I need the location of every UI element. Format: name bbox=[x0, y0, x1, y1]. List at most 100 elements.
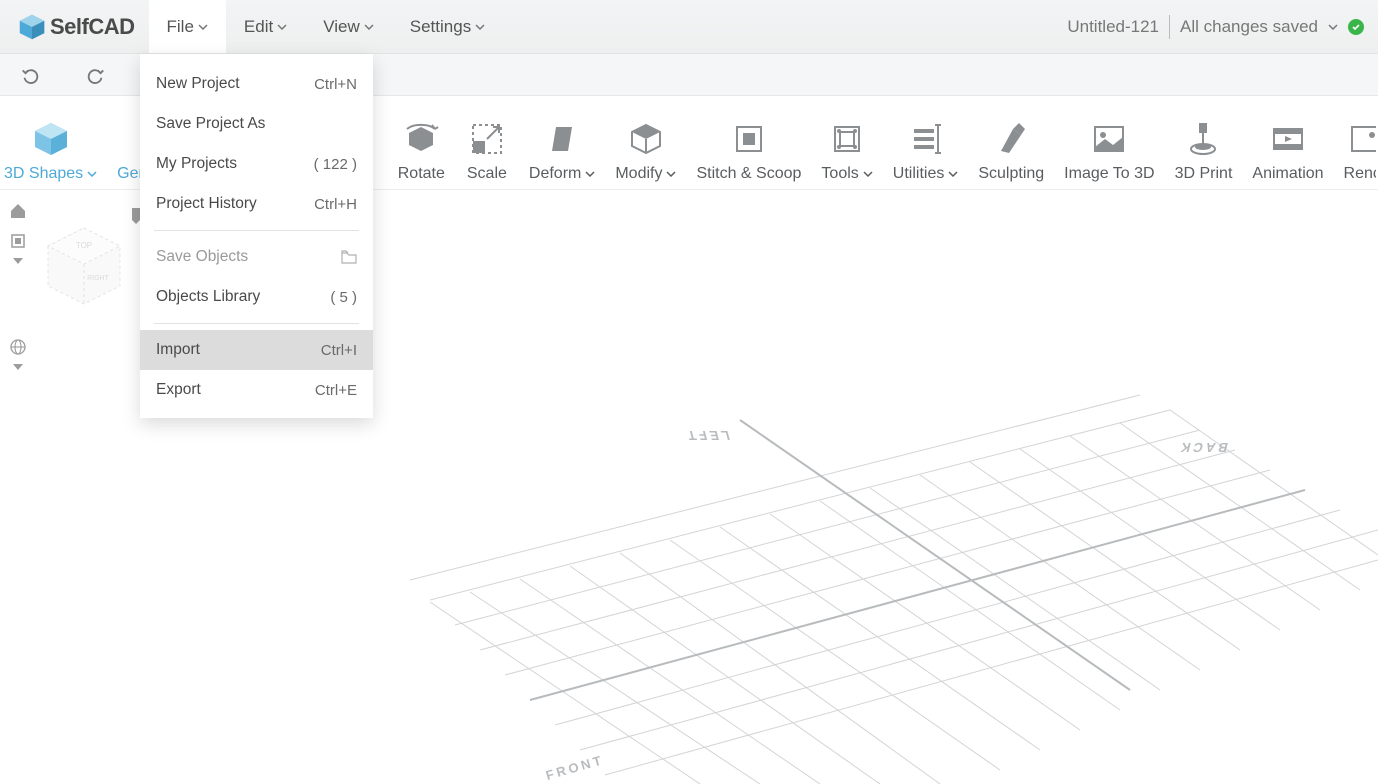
tool-animation[interactable]: Animation bbox=[1248, 117, 1327, 183]
chevron-down-icon bbox=[585, 171, 595, 177]
dd-separator bbox=[154, 323, 359, 324]
redo-button[interactable] bbox=[84, 64, 106, 86]
dd-label: Save Objects bbox=[156, 248, 248, 266]
dd-project-history[interactable]: Project History Ctrl+H bbox=[140, 184, 373, 224]
cube-icon bbox=[29, 117, 73, 161]
tool-label: Scale bbox=[467, 165, 507, 183]
modify-icon bbox=[624, 117, 668, 161]
sculpt-icon bbox=[989, 117, 1033, 161]
dd-objects-library[interactable]: Objects Library ( 5 ) bbox=[140, 277, 373, 317]
logo-text: SelfCAD bbox=[50, 14, 135, 40]
tool-label: Sculpting bbox=[978, 165, 1044, 183]
tool-label: Animation bbox=[1252, 165, 1323, 183]
axis-label-back: BACK bbox=[1176, 440, 1230, 455]
dd-separator bbox=[154, 230, 359, 231]
generators-icon bbox=[117, 117, 142, 161]
chevron-down-icon[interactable] bbox=[13, 258, 23, 264]
dd-label: Export bbox=[156, 381, 201, 399]
project-status: Untitled-121 All changes saved bbox=[1067, 15, 1364, 39]
tool-label: 3D Print bbox=[1175, 165, 1233, 183]
chevron-down-icon bbox=[475, 24, 485, 30]
globe-icon[interactable] bbox=[9, 338, 27, 356]
menu-settings-label: Settings bbox=[410, 17, 471, 37]
save-status-text: All changes saved bbox=[1180, 17, 1318, 37]
tool-label: Modify bbox=[615, 165, 662, 183]
dd-label: New Project bbox=[156, 75, 240, 93]
scale-icon bbox=[465, 117, 509, 161]
tool-deform[interactable]: Deform bbox=[525, 117, 599, 183]
tool-utilities[interactable]: Utilities bbox=[889, 117, 963, 183]
dd-label: Project History bbox=[156, 195, 257, 213]
menu-settings[interactable]: Settings bbox=[392, 0, 503, 53]
dd-shortcut: ( 122 ) bbox=[314, 156, 357, 173]
undo-button[interactable] bbox=[20, 64, 42, 86]
menu-edit-label: Edit bbox=[244, 17, 273, 37]
tool-scale[interactable]: Scale bbox=[461, 117, 513, 183]
print3d-icon bbox=[1181, 117, 1225, 161]
dd-shortcut: Ctrl+E bbox=[315, 382, 357, 399]
tool-tools[interactable]: Tools bbox=[817, 117, 876, 183]
tool-modify[interactable]: Modify bbox=[611, 117, 680, 183]
chevron-down-icon[interactable] bbox=[1328, 24, 1338, 30]
menubar-items: File Edit View Settings bbox=[149, 0, 504, 53]
file-dropdown: New Project Ctrl+N Save Project As My Pr… bbox=[140, 54, 373, 418]
chevron-down-icon bbox=[666, 171, 676, 177]
cube-widget-icon[interactable] bbox=[9, 232, 27, 250]
tools-icon bbox=[825, 117, 869, 161]
menu-view-label: View bbox=[323, 17, 360, 37]
chevron-down-icon bbox=[277, 24, 287, 30]
chevron-down-icon bbox=[948, 171, 958, 177]
tool-label: 3D Shapes bbox=[4, 165, 83, 183]
dd-label: Objects Library bbox=[156, 288, 260, 306]
chevron-down-icon bbox=[364, 24, 374, 30]
tool-3d-print[interactable]: 3D Print bbox=[1171, 117, 1237, 183]
app-logo[interactable]: SelfCAD bbox=[18, 13, 135, 41]
tool-rotate[interactable]: Rotate bbox=[394, 117, 449, 183]
utilities-icon bbox=[904, 117, 948, 161]
saved-check-icon bbox=[1348, 19, 1364, 35]
dd-import[interactable]: Import Ctrl+I bbox=[140, 330, 373, 370]
menu-edit[interactable]: Edit bbox=[226, 0, 305, 53]
dd-export[interactable]: Export Ctrl+E bbox=[140, 370, 373, 410]
dd-label: Import bbox=[156, 341, 200, 359]
dd-shortcut: Ctrl+H bbox=[314, 196, 357, 213]
tool-generators[interactable]: Gen bbox=[113, 117, 142, 183]
menu-view[interactable]: View bbox=[305, 0, 392, 53]
chevron-down-icon[interactable] bbox=[13, 364, 23, 370]
svg-text:RIGHT: RIGHT bbox=[87, 275, 110, 282]
menu-file[interactable]: File bbox=[149, 0, 226, 53]
tool-render[interactable]: Renc bbox=[1340, 117, 1376, 183]
tool-label: Image To 3D bbox=[1064, 165, 1154, 183]
dd-my-projects[interactable]: My Projects ( 122 ) bbox=[140, 144, 373, 184]
tool-label: Stitch & Scoop bbox=[696, 165, 801, 183]
tool-label: Renc bbox=[1344, 165, 1376, 183]
tool-stitch-scoop[interactable]: Stitch & Scoop bbox=[692, 117, 805, 183]
render-icon bbox=[1344, 117, 1376, 161]
svg-text:TOP: TOP bbox=[76, 241, 92, 250]
project-title: Untitled-121 bbox=[1067, 17, 1159, 37]
stitch-icon bbox=[727, 117, 771, 161]
dd-label: Save Project As bbox=[156, 115, 265, 133]
dd-save-project-as[interactable]: Save Project As bbox=[140, 104, 373, 144]
tool-3d-shapes[interactable]: 3D Shapes bbox=[0, 117, 101, 183]
tool-sculpting[interactable]: Sculpting bbox=[974, 117, 1048, 183]
dd-shortcut: Ctrl+I bbox=[321, 342, 357, 359]
tool-label: Tools bbox=[821, 165, 858, 183]
home-icon[interactable] bbox=[9, 202, 27, 220]
chevron-down-icon bbox=[198, 24, 208, 30]
image3d-icon bbox=[1087, 117, 1131, 161]
left-widgets bbox=[6, 202, 30, 370]
orientation-cube[interactable]: TOP RIGHT bbox=[36, 220, 132, 316]
rotate-icon bbox=[399, 117, 443, 161]
axis-label-left: LEFT bbox=[683, 428, 732, 443]
separator bbox=[1169, 15, 1170, 39]
chevron-down-icon bbox=[863, 171, 873, 177]
tool-image-to-3d[interactable]: Image To 3D bbox=[1060, 117, 1158, 183]
dd-new-project[interactable]: New Project Ctrl+N bbox=[140, 64, 373, 104]
dd-save-objects: Save Objects bbox=[140, 237, 373, 277]
menu-file-label: File bbox=[167, 17, 194, 37]
deform-icon bbox=[540, 117, 584, 161]
tool-label: Gen bbox=[117, 165, 142, 183]
chevron-down-icon bbox=[87, 171, 97, 177]
dd-shortcut: ( 5 ) bbox=[330, 289, 357, 306]
